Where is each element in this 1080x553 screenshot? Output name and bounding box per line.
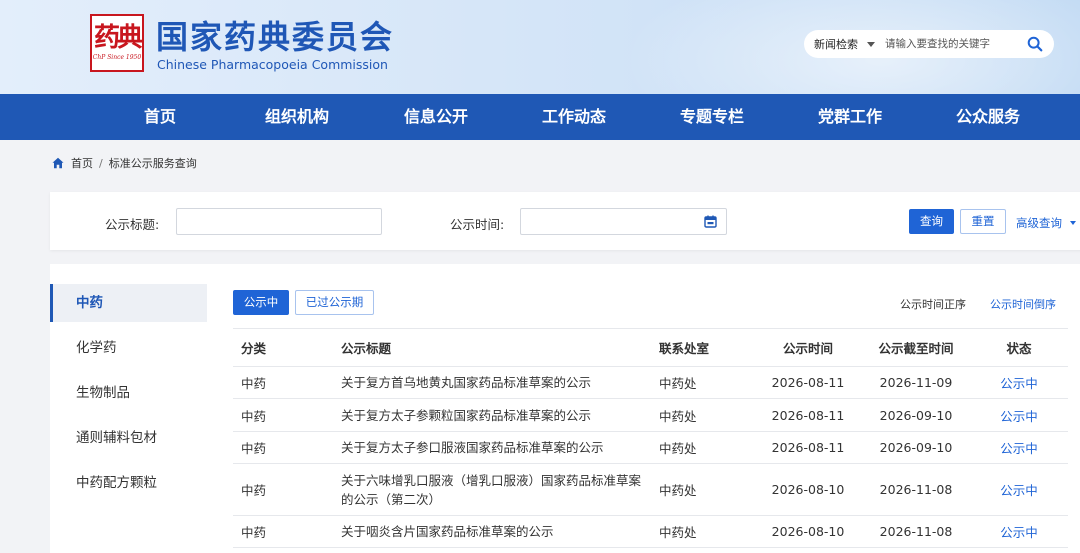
announcement-table: 分类 公示标题 联系处室 公示时间 公示截至时间 状态 中药 关于复方首乌地黄丸… [233,328,1068,548]
column-header-start-date: 公示时间 [754,328,862,367]
tab-in-announcement[interactable]: 公示中 [233,290,289,315]
query-button[interactable]: 查询 [909,209,954,234]
site-search: 新闻检索 [804,30,1054,58]
column-header-end-date: 公示截至时间 [862,328,970,367]
sidebar-item-general-excipients[interactable]: 通则辅料包材 [50,419,207,457]
cell-end-date: 2026-11-08 [862,463,970,516]
cell-start-date: 2026-08-10 [754,515,862,548]
nav-item-work-news[interactable]: 工作动态 [542,94,606,140]
announcement-list-panel: 公示中 已过公示期 公示时间正序 公示时间倒序 分类 公示标题 联系处室 公示时… [207,264,1080,553]
category-sidebar: 中药 化学药 生物制品 通则辅料包材 中药配方颗粒 [50,264,207,553]
cell-title-link[interactable]: 关于复方首乌地黄丸国家药品标准草案的公示 [333,366,651,399]
cell-start-date: 2026-08-11 [754,398,862,432]
cell-office: 中药处 [651,463,754,516]
cell-end-date: 2026-09-10 [862,398,970,432]
nav-item-home[interactable]: 首页 [144,94,176,140]
logo-seal-glyph: 药典 [93,23,143,53]
site-title-en: Chinese Pharmacopoeia Commission [157,57,388,72]
time-filter-input[interactable] [520,208,727,235]
cell-category: 中药 [233,398,333,432]
nav-item-special-topics[interactable]: 专题专栏 [680,94,744,140]
table-row[interactable]: 中药 关于六味增乳口服液（增乳口服液）国家药品标准草案的公示（第二次） 中药处 … [233,463,1068,516]
cell-category: 中药 [233,463,333,516]
cell-status-link[interactable]: 公示中 [970,463,1068,516]
time-filter-label: 公示时间: [450,217,505,232]
nav-item-disclosure[interactable]: 信息公开 [404,94,468,140]
filter-panel: 公示标题: 公示时间: 查询 重置 高级查询 [50,192,1080,250]
search-type-select[interactable]: 新闻检索 [804,36,858,52]
calendar-icon[interactable] [704,215,717,228]
title-filter-label: 公示标题: [105,217,160,232]
cell-office: 中药处 [651,431,754,464]
cell-category: 中药 [233,431,333,464]
sidebar-item-chemical[interactable]: 化学药 [50,329,207,367]
sidebar-item-biologics[interactable]: 生物制品 [50,374,207,412]
breadcrumb-current: 标准公示服务查询 [108,157,197,170]
breadcrumb-home[interactable]: 首页 [71,155,93,171]
reset-button[interactable]: 重置 [960,209,1006,234]
sidebar-item-tcm[interactable]: 中药 [50,284,207,322]
cell-title-link[interactable]: 关于复方太子参口服液国家药品标准草案的公示 [333,431,651,464]
chp-logo-seal[interactable]: 药典 ChP Since 1950 [90,14,144,72]
column-header-category: 分类 [233,328,333,367]
cell-status-link[interactable]: 公示中 [970,366,1068,399]
sort-time-asc[interactable]: 公示时间正序 [900,296,966,312]
site-header: 药典 ChP Since 1950 国家药典委员会 Chinese Pharma… [0,0,1080,94]
column-header-title: 公示标题 [333,328,651,367]
cell-category: 中药 [233,515,333,548]
column-header-status: 状态 [970,328,1068,367]
search-input[interactable] [885,38,1017,50]
caret-down-icon [1070,221,1076,225]
cell-status-link[interactable]: 公示中 [970,431,1068,464]
nav-item-organization[interactable]: 组织机构 [265,94,329,140]
table-row[interactable]: 中药 关于复方首乌地黄丸国家药品标准草案的公示 中药处 2026-08-11 2… [233,366,1068,399]
cell-start-date: 2026-08-11 [754,366,862,399]
nav-item-public-service[interactable]: 公众服务 [956,94,1020,140]
sidebar-item-tcm-granules[interactable]: 中药配方颗粒 [50,464,207,502]
search-icon[interactable] [1026,35,1044,53]
cell-title-link[interactable]: 关于咽炎含片国家药品标准草案的公示 [333,515,651,548]
cell-status-link[interactable]: 公示中 [970,515,1068,548]
cell-title-link[interactable]: 关于复方太子参颗粒国家药品标准草案的公示 [333,398,651,432]
cell-office: 中药处 [651,366,754,399]
site-title-cn[interactable]: 国家药典委员会 [156,12,394,58]
cell-end-date: 2026-11-09 [862,366,970,399]
nav-item-party-work[interactable]: 党群工作 [818,94,882,140]
advanced-query-toggle[interactable]: 高级查询 [1016,215,1076,231]
table-row[interactable]: 中药 关于复方太子参颗粒国家药品标准草案的公示 中药处 2026-08-11 2… [233,398,1068,432]
cell-start-date: 2026-08-10 [754,463,862,516]
table-header-row: 分类 公示标题 联系处室 公示时间 公示截至时间 状态 [233,328,1068,367]
logo-seal-since: ChP Since 1950 [92,54,142,61]
column-header-office: 联系处室 [651,328,754,367]
title-filter-input[interactable] [176,208,382,235]
advanced-query-label: 高级查询 [1016,216,1062,230]
home-icon[interactable] [52,157,64,169]
tab-expired[interactable]: 已过公示期 [295,290,374,315]
breadcrumb: 首页 / 标准公示服务查询 [52,155,197,171]
main-nav: 首页 组织机构 信息公开 工作动态 专题专栏 党群工作 公众服务 [0,94,1080,140]
cell-office: 中药处 [651,398,754,432]
cell-office: 中药处 [651,515,754,548]
table-row[interactable]: 中药 关于咽炎含片国家药品标准草案的公示 中药处 2026-08-10 2026… [233,515,1068,548]
cell-start-date: 2026-08-11 [754,431,862,464]
cell-title-link[interactable]: 关于六味增乳口服液（增乳口服液）国家药品标准草案的公示（第二次） [333,463,651,516]
sort-time-desc[interactable]: 公示时间倒序 [990,296,1056,312]
cell-end-date: 2026-11-08 [862,515,970,548]
cell-category: 中药 [233,366,333,399]
cell-end-date: 2026-09-10 [862,431,970,464]
cell-status-link[interactable]: 公示中 [970,398,1068,432]
chevron-down-icon[interactable] [867,41,875,47]
table-row[interactable]: 中药 关于复方太子参口服液国家药品标准草案的公示 中药处 2026-08-11 … [233,431,1068,464]
breadcrumb-separator: / [99,156,103,170]
